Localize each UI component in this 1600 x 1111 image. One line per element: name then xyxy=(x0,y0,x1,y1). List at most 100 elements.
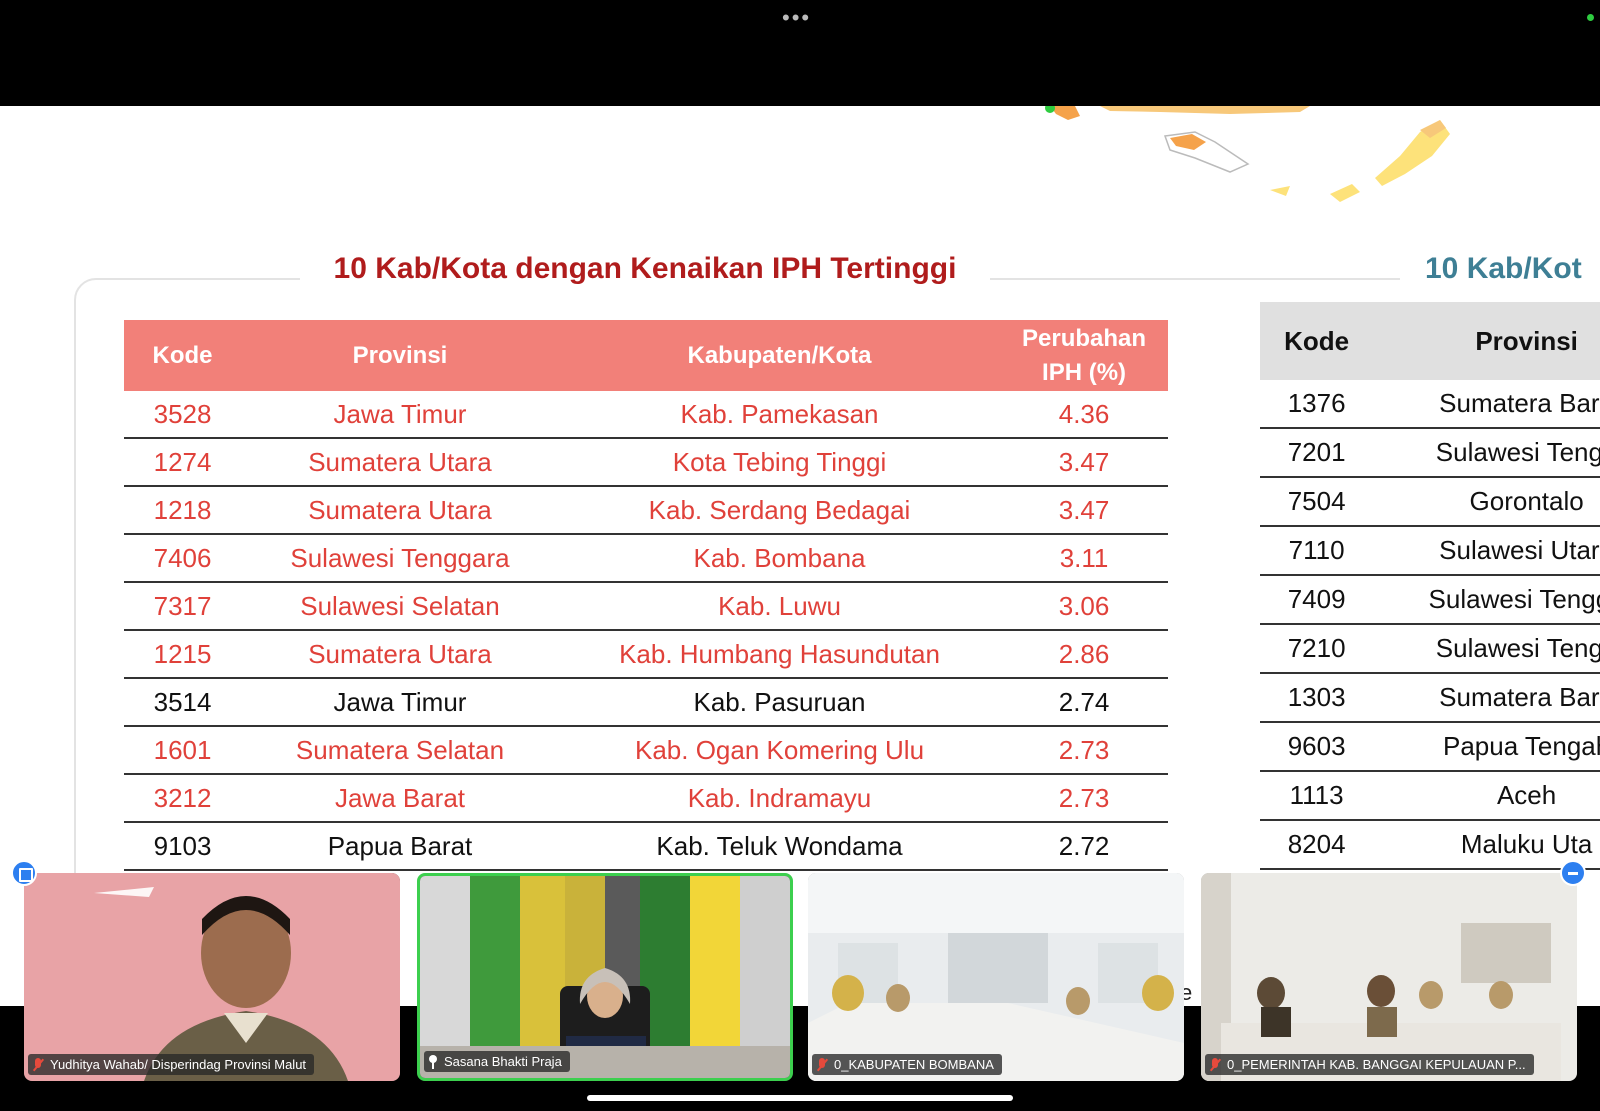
cell-provinsi: Sumatera Bara xyxy=(1373,380,1600,429)
cell-kode: 9603 xyxy=(1260,722,1374,772)
cell-kode: 7317 xyxy=(124,582,242,631)
cell-perubahan-iph: 3.06 xyxy=(1000,582,1168,631)
cell-provinsi: Gorontalo xyxy=(1373,477,1600,527)
participant-tile[interactable]: 0_KABUPATEN BOMBANA xyxy=(808,873,1184,1081)
cell-kode: 7110 xyxy=(1260,526,1374,576)
table-row: 1113 Aceh xyxy=(1260,771,1600,821)
cell-kode: 1215 xyxy=(124,630,242,679)
header-provinsi: Provinsi xyxy=(1373,302,1600,380)
cell-provinsi: Sulawesi Utara xyxy=(1373,526,1600,576)
table-row: 3528 Jawa Timur Kab. Pamekasan 4.36 xyxy=(124,391,1168,439)
header-kode: Kode xyxy=(1260,302,1374,380)
participant-name-label: Sasana Bhakti Praja xyxy=(424,1051,570,1072)
cell-kabupaten-kota: Kab. Teluk Wondama xyxy=(558,822,1001,871)
second-table-partial: Kode Provinsi 1376 Sumatera Bara 7201 Sulaw… xyxy=(1260,302,1600,870)
participant-name: 0_PEMERINTAH KAB. BANGGAI KEPULAUAN P... xyxy=(1227,1057,1526,1072)
participant-tile-active[interactable]: Sasana Bhakti Praja xyxy=(417,873,793,1081)
cell-kabupaten-kota: Kab. Indramayu xyxy=(558,774,1001,823)
cell-provinsi: Sumatera Utara xyxy=(241,486,559,535)
cell-perubahan-iph: 3.11 xyxy=(1000,534,1168,583)
table-row: 3212 Jawa Barat Kab. Indramayu 2.73 xyxy=(124,774,1168,823)
cell-kode: 3212 xyxy=(124,774,242,823)
cell-kabupaten-kota: Kab. Ogan Komering Ulu xyxy=(558,726,1001,775)
table-row: 7110 Sulawesi Utara xyxy=(1260,526,1600,576)
table-row: 3514 Jawa Timur Kab. Pasuruan 2.74 xyxy=(124,678,1168,727)
header-kabupaten-kota: Kabupaten/Kota xyxy=(558,320,1001,391)
participant-video xyxy=(420,876,790,1078)
mic-off-icon xyxy=(32,1057,44,1072)
cell-provinsi: Sumatera Selatan xyxy=(241,726,559,775)
table-row: 7201 Sulawesi Tenga xyxy=(1260,428,1600,478)
cell-kabupaten-kota: Kab. Pasuruan xyxy=(558,678,1001,727)
cell-provinsi: Sumatera Utara xyxy=(241,438,559,487)
participant-name: Yudhitya Wahab/ Disperindag Provinsi Mal… xyxy=(50,1057,307,1072)
cell-kode: 8204 xyxy=(1260,820,1374,870)
more-dots-icon[interactable]: ••• xyxy=(782,7,811,29)
screen-share-icon[interactable] xyxy=(11,860,37,886)
table-row: 1274 Sumatera Utara Kota Tebing Tinggi 3.47 xyxy=(124,438,1168,487)
table-header-row: Kode Provinsi xyxy=(1260,302,1600,380)
pin-icon xyxy=(428,1054,438,1069)
participant-name-label: Yudhitya Wahab/ Disperindag Provinsi Mal… xyxy=(28,1054,315,1075)
participant-video xyxy=(808,873,1184,1081)
table-header-row: Kode Provinsi Kabupaten/Kota Perubahan I… xyxy=(124,320,1168,391)
cell-kode: 7504 xyxy=(1260,477,1374,527)
cell-provinsi: Jawa Timur xyxy=(241,391,559,439)
table-row: 9603 Papua Tengah xyxy=(1260,722,1600,772)
cell-perubahan-iph: 3.47 xyxy=(1000,486,1168,535)
cell-kode: 7201 xyxy=(1260,428,1374,478)
table-row: 7409Sulawesi Tengga xyxy=(1260,575,1600,625)
cell-perubahan-iph: 4.36 xyxy=(1000,391,1168,439)
cell-kode: 3514 xyxy=(124,678,242,727)
highest-increase-table: Kode Provinsi Kabupaten/Kota Perubahan I… xyxy=(124,320,1168,871)
cell-provinsi: Jawa Timur xyxy=(241,678,559,727)
participant-video xyxy=(1201,873,1577,1081)
header-provinsi: Provinsi xyxy=(241,320,559,391)
cell-perubahan-iph: 2.73 xyxy=(1000,726,1168,775)
home-indicator xyxy=(587,1095,1013,1101)
cell-provinsi: Sulawesi Tenga xyxy=(1373,428,1600,478)
cell-kabupaten-kota: Kab. Bombana xyxy=(558,534,1001,583)
mic-off-icon xyxy=(816,1057,828,1072)
table-row: 7317 Sulawesi Selatan Kab. Luwu 3.06 xyxy=(124,582,1168,631)
cell-provinsi: Aceh xyxy=(1373,771,1600,821)
cell-kode: 1218 xyxy=(124,486,242,535)
cell-kabupaten-kota: Kab. Luwu xyxy=(558,582,1001,631)
cell-provinsi: Papua Tengah xyxy=(1373,722,1600,772)
cell-provinsi: Sumatera Utara xyxy=(241,630,559,679)
participant-name-label: 0_PEMERINTAH KAB. BANGGAI KEPULAUAN P... xyxy=(1205,1054,1534,1075)
cell-provinsi: Sulawesi Tenga xyxy=(1373,624,1600,674)
table-row: 1215 Sumatera Utara Kab. Humbang Hasunduta… xyxy=(124,630,1168,679)
cell-provinsi: Sulawesi Selatan xyxy=(241,582,559,631)
table-row: 1376 Sumatera Bara xyxy=(1260,380,1600,429)
table-row: 9103 Papua Barat Kab. Teluk Wondama 2.72 xyxy=(124,822,1168,871)
table-row: 8204 Maluku Uta xyxy=(1260,820,1600,870)
cell-kabupaten-kota: Kab. Humbang Hasundutan xyxy=(558,630,1001,679)
cell-provinsi: Jawa Barat xyxy=(241,774,559,823)
cell-kabupaten-kota: Kab. Pamekasan xyxy=(558,391,1001,439)
participant-name: 0_KABUPATEN BOMBANA xyxy=(834,1057,994,1072)
cell-kode: 7409 xyxy=(1260,575,1374,625)
cell-perubahan-iph: 2.73 xyxy=(1000,774,1168,823)
cell-kabupaten-kota: Kota Tebing Tinggi xyxy=(558,438,1001,487)
participant-name: Sasana Bhakti Praja xyxy=(444,1054,562,1069)
top-bar: ••• xyxy=(0,0,1600,106)
cell-kode: 1601 xyxy=(124,726,242,775)
shared-screen-slide: 10 Kab/Kota dengan Kenaikan IPH Tertingg… xyxy=(0,106,1600,1006)
header-kode: Kode xyxy=(124,320,242,391)
status-dot xyxy=(1587,14,1594,21)
participant-tile[interactable]: 0_PEMERINTAH KAB. BANGGAI KEPULAUAN P... xyxy=(1201,873,1577,1081)
table-row: 1218 Sumatera Utara Kab. Serdang Bedagai 3.… xyxy=(124,486,1168,535)
indonesia-map-fragment xyxy=(1045,106,1450,202)
cell-kode: 7210 xyxy=(1260,624,1374,674)
cell-kode: 3528 xyxy=(124,391,242,439)
header-perubahan-iph: Perubahan IPH (%) xyxy=(1000,320,1168,391)
participant-tile[interactable]: Yudhitya Wahab/ Disperindag Provinsi Mal… xyxy=(24,873,400,1081)
cell-kode: 1274 xyxy=(124,438,242,487)
minimize-icon[interactable] xyxy=(1560,860,1586,886)
cell-perubahan-iph: 3.47 xyxy=(1000,438,1168,487)
table-row: 7210 Sulawesi Tenga xyxy=(1260,624,1600,674)
table-row: 1303 Sumatera Bara xyxy=(1260,673,1600,723)
cell-perubahan-iph: 2.74 xyxy=(1000,678,1168,727)
participant-video xyxy=(24,873,400,1081)
